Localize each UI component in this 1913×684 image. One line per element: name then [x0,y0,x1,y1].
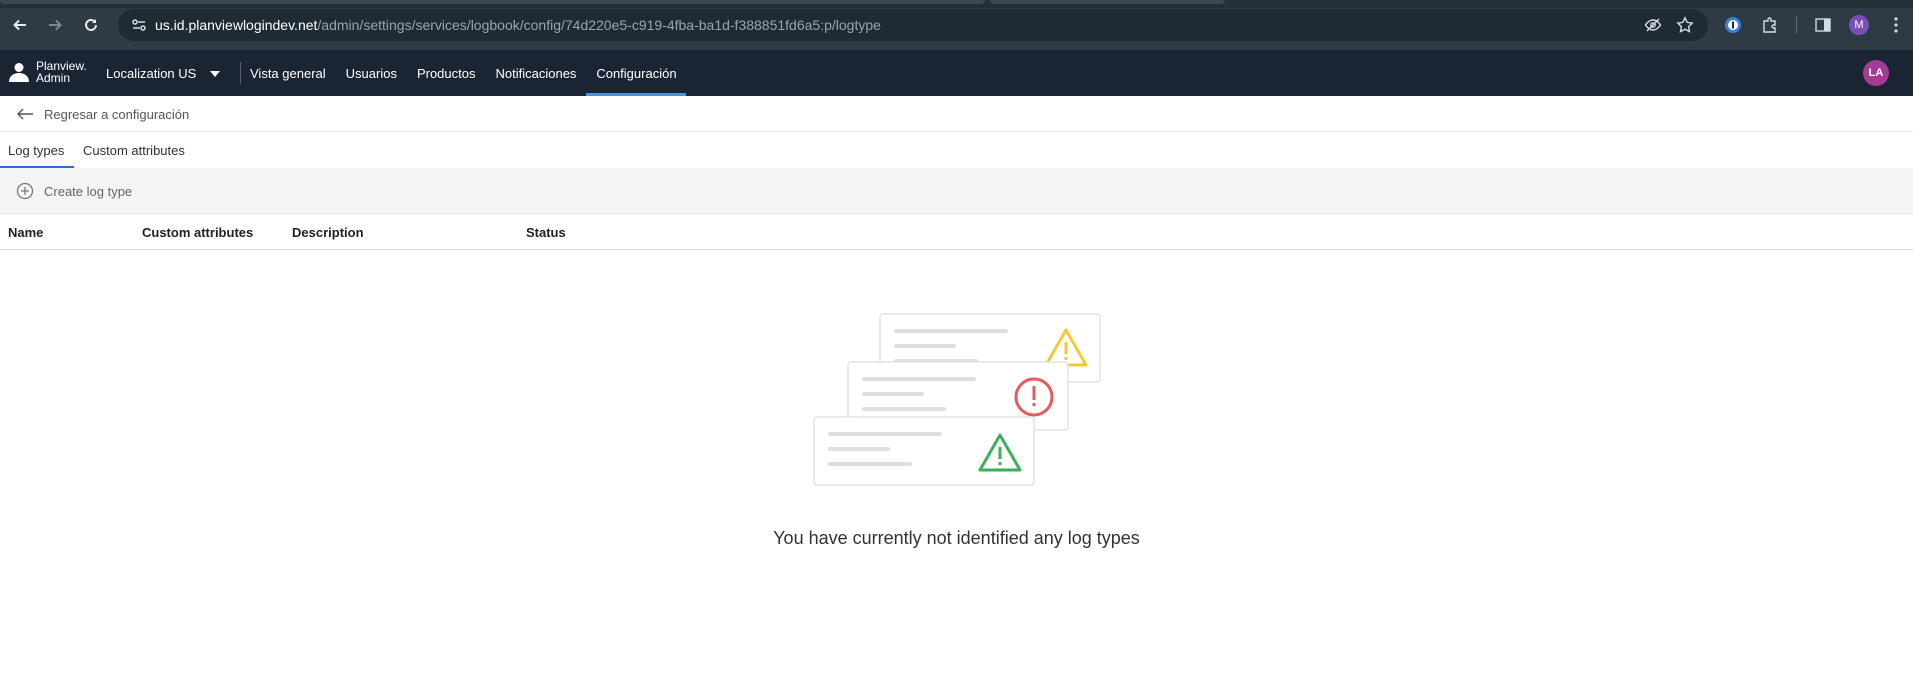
empty-state-message: You have currently not identified any lo… [773,528,1140,548]
browser-profile-avatar[interactable]: M [1849,15,1869,35]
list-toolbar: Create log type [0,168,1913,214]
tab-label: Custom attributes [83,142,185,158]
column-header-status[interactable]: Status [526,225,566,240]
site-settings-icon[interactable] [130,16,148,34]
tab-strip [0,0,1913,8]
side-panel-icon[interactable] [1813,15,1833,35]
reload-icon[interactable] [79,13,103,37]
create-log-type-button[interactable]: Create log type [44,184,132,199]
caret-down-icon [210,70,221,77]
nav-item-notificaciones[interactable]: Notificaciones [486,50,587,96]
column-header-description[interactable]: Description [292,225,364,240]
brand-logo[interactable]: Planview. Admin [8,60,87,84]
empty-state-illustration [813,313,1101,486]
localization-dropdown[interactable]: Localization US [106,66,221,81]
extensions-icon[interactable] [1760,15,1780,35]
back-to-settings-link[interactable]: Regresar a configuración [44,107,189,122]
password-manager-icon[interactable] [1723,15,1743,35]
nav-item-configuracion[interactable]: Configuración [586,50,687,96]
more-vertical-icon[interactable] [1886,15,1906,35]
url-host: us.id.planviewlogindev.net [155,17,318,33]
localization-label: Localization US [106,66,197,81]
arrow-left-icon[interactable] [16,106,34,122]
column-header-name[interactable]: Name [8,225,43,240]
nav-item-usuarios[interactable]: Usuarios [336,50,407,96]
nav-label: Vista general [250,65,326,81]
forward-icon[interactable] [43,13,67,37]
brand-text: Planview. Admin [36,60,87,84]
nav-item-vista-general[interactable]: Vista general [240,50,336,96]
tab-log-types[interactable]: Log types [0,132,74,168]
log-card-front [813,416,1035,486]
nav-label: Productos [416,65,476,81]
address-bar[interactable]: us.id.planviewlogindev.net/admin/setting… [118,9,1708,41]
toolbar-divider [1796,16,1797,34]
brand-line-2: Admin [36,71,71,85]
url-path: /admin/settings/services/logbook/config/… [317,17,881,33]
tab-custom-attributes[interactable]: Custom attributes [83,132,185,168]
column-header-custom-attributes[interactable]: Custom attributes [142,225,253,240]
eye-off-icon[interactable] [1644,16,1662,34]
star-icon[interactable] [1676,16,1694,34]
back-icon[interactable] [8,13,32,37]
nav-item-productos[interactable]: Productos [407,50,486,96]
plus-circle-icon[interactable] [16,182,34,200]
tab-label: Log types [8,142,65,158]
user-avatar[interactable]: LA [1863,60,1889,86]
tab-bar: Log types Custom attributes [0,132,1913,168]
nav-label: Notificaciones [495,65,577,81]
nav-label: Usuarios [345,65,397,81]
person-icon [8,61,30,83]
table-header: Name Custom attributes Description Statu… [0,214,1913,250]
back-row: Regresar a configuración [0,96,1913,132]
main-nav: Vista general Usuarios Productos Notific… [240,50,687,96]
nav-label: Configuración [596,65,677,81]
url-text: us.id.planviewlogindev.net/admin/setting… [155,17,881,33]
